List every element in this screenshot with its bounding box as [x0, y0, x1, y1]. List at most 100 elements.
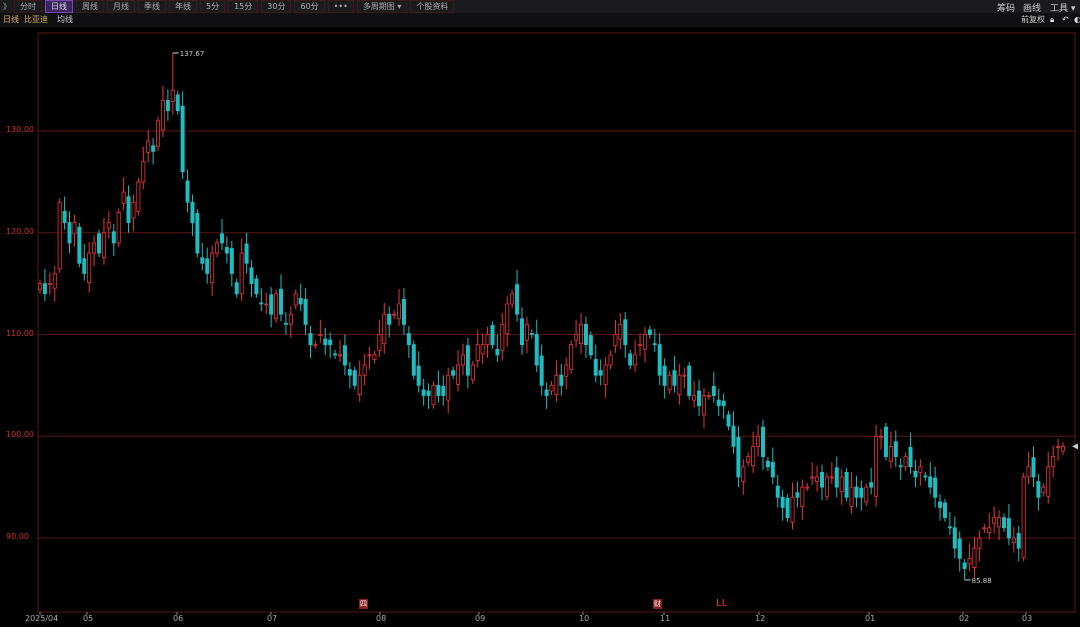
candle-down — [303, 298, 308, 325]
candle-down — [298, 297, 303, 305]
candle-down — [82, 258, 87, 274]
candle-down — [657, 344, 662, 376]
x-tick-label: 2025/04 — [25, 614, 59, 623]
candle-up — [1021, 476, 1026, 558]
earnings-marker[interactable]: 财 — [653, 599, 662, 609]
candle-down — [269, 294, 274, 315]
candle-up — [1041, 486, 1046, 494]
candle-down — [583, 323, 588, 346]
candle-up — [888, 446, 893, 462]
y-tick-label: 120.00 — [6, 226, 34, 236]
max-label: 137.67 — [180, 50, 205, 58]
candle-up — [982, 527, 987, 530]
candle-down — [869, 482, 874, 488]
candle-down — [180, 105, 185, 173]
candle-down — [426, 390, 431, 396]
candle-down — [342, 345, 347, 366]
candle-up — [815, 476, 820, 482]
candle-down — [883, 426, 888, 457]
candle-up — [692, 395, 697, 401]
candle-up — [967, 557, 972, 565]
candle-up — [372, 354, 377, 360]
candle-up — [879, 435, 884, 438]
x-tick-label: 01 — [865, 614, 876, 623]
candle-down — [224, 247, 229, 254]
candle-up — [987, 527, 992, 533]
candlestick-chart[interactable]: 137.67 85.88 — [0, 0, 1080, 627]
candle-up — [608, 354, 613, 366]
candle-up — [701, 395, 706, 416]
candle-up — [288, 313, 293, 325]
candle-up — [57, 201, 62, 270]
candle-up — [613, 334, 618, 347]
candle-down — [938, 501, 943, 508]
candle-up — [38, 283, 43, 291]
candle-down — [165, 100, 170, 112]
candle-down — [854, 486, 859, 498]
candle-down — [185, 180, 190, 203]
candle-down — [952, 527, 957, 549]
event-marker[interactable]: 四 — [359, 599, 368, 609]
x-tick-label: 08 — [376, 614, 387, 623]
candle-down — [387, 313, 392, 325]
candle-down — [913, 470, 918, 478]
candle-up — [751, 446, 756, 467]
candle-up — [367, 354, 372, 357]
candle-up — [136, 181, 141, 212]
candle-up — [564, 364, 569, 377]
candle-down — [834, 467, 839, 488]
candle-up — [1026, 466, 1031, 478]
x-tick-label: 10 — [579, 614, 590, 623]
x-tick-label: 03 — [1022, 614, 1033, 623]
candle-down — [962, 562, 967, 569]
candle-down — [195, 213, 200, 254]
candle-up — [824, 476, 829, 497]
candle-up — [603, 364, 608, 385]
candle-down — [859, 487, 864, 498]
candle-down — [534, 334, 539, 366]
candle-up — [264, 303, 269, 306]
candle-up — [92, 242, 97, 254]
x-tick-label: 05 — [83, 614, 94, 623]
candle-up — [475, 344, 480, 361]
candle-up — [839, 476, 844, 493]
y-tick-label: 100.00 — [6, 430, 34, 440]
candle-up — [864, 486, 869, 503]
candle-up — [524, 323, 529, 341]
candle-down — [126, 196, 131, 223]
candle-up — [677, 374, 682, 395]
candle-down — [490, 324, 495, 346]
candle-up — [579, 323, 584, 345]
candle-up — [977, 537, 982, 549]
candle-up — [239, 252, 244, 295]
candle-down — [647, 329, 652, 335]
candle-down — [278, 288, 283, 315]
candle-down — [628, 353, 633, 366]
candle-down — [151, 145, 156, 152]
candle-up — [500, 323, 505, 351]
candle-down — [244, 243, 249, 264]
candle-down — [451, 370, 456, 376]
candle-down — [957, 538, 962, 559]
candle-down — [229, 248, 234, 274]
candle-up — [52, 273, 57, 289]
candle-down — [323, 338, 328, 346]
candle-down — [1001, 517, 1006, 529]
x-tick-label: 07 — [267, 614, 278, 623]
candle-up — [992, 517, 997, 524]
signal-marker[interactable]: LL — [716, 598, 727, 609]
candle-down — [736, 436, 741, 478]
candle-up — [456, 364, 461, 385]
candle-up — [121, 191, 126, 204]
candle-down — [77, 226, 82, 264]
candle-up — [362, 364, 367, 376]
candle-up — [706, 395, 711, 397]
candle-down — [928, 476, 933, 488]
candle-down — [933, 477, 938, 498]
candle-up — [274, 293, 279, 320]
candle-up — [633, 354, 638, 366]
candle-down — [308, 333, 313, 346]
candle-up — [131, 201, 136, 219]
candle-up — [392, 313, 397, 316]
candle-down — [97, 233, 102, 254]
